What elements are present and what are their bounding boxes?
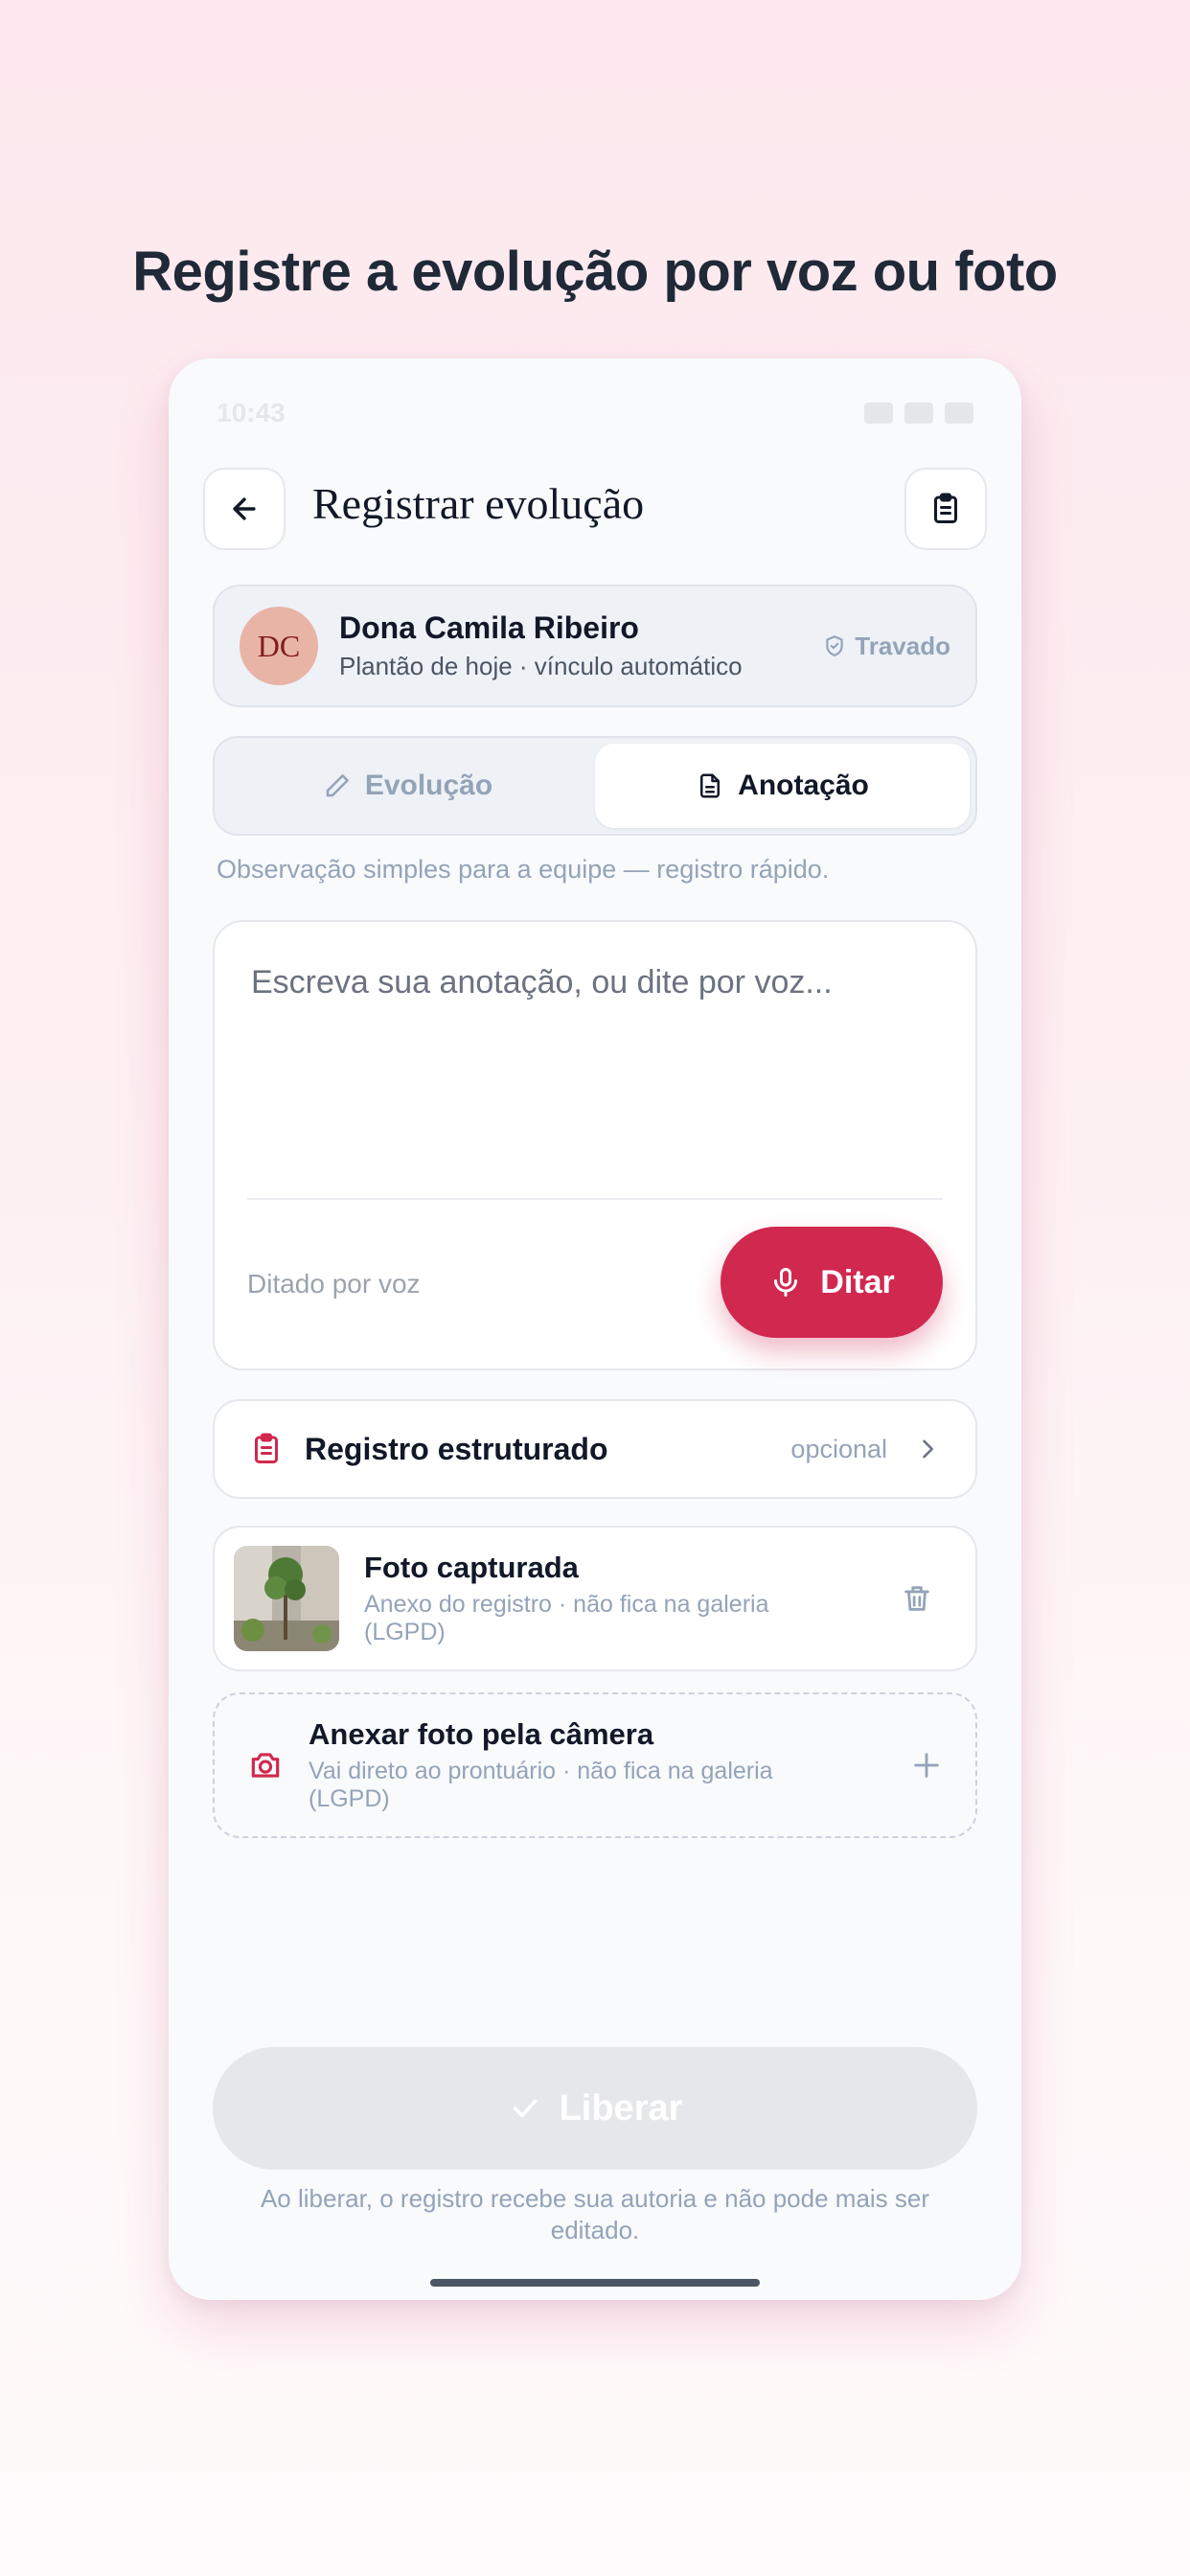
avatar: DC [240,607,318,685]
release-button-label: Liberar [559,2087,683,2128]
locked-badge: Travado [822,632,950,661]
patient-subtitle: Plantão de hoje · vínculo automático [339,652,743,680]
phone-screen: 10:43 Registrar evolução DC Dona Camila … [169,358,1021,2300]
shield-check-icon [826,635,843,656]
editor-divider [247,1198,943,1200]
plus-icon [914,1753,939,1778]
photo-title: Foto capturada [364,1551,579,1585]
clipboard-list-icon [255,1433,278,1463]
dictate-button[interactable]: Ditar [721,1227,943,1338]
note-editor[interactable]: Escreva sua anotação, ou dite por voz...… [213,920,977,1370]
trash-icon[interactable] [901,1582,933,1615]
home-indicator [430,2279,760,2287]
dictate-button-label: Ditar [820,1263,895,1300]
attach-photo-button[interactable]: Anexar foto pela câmera Vai direto ao pr… [213,1692,977,1838]
camera-icon [251,1753,280,1778]
tab-evolucao-label: Evolução [364,770,493,801]
release-button[interactable]: Liberar [213,2047,977,2170]
pencil-icon [326,774,349,797]
microphone-icon [774,1268,798,1297]
clipboard-icon [934,493,957,523]
attach-photo-title: Anexar foto pela câmera [309,1717,654,1752]
mode-hint: Observação simples para a equipe — regis… [217,855,830,884]
structured-record-label: Registro estruturado [305,1431,608,1466]
page-title: Registrar evolução [312,479,645,528]
structured-record-row[interactable]: Registro estruturado opcional [213,1399,977,1499]
patient-name: Dona Camila Ribeiro [339,610,639,645]
patient-card: DC Dona Camila Ribeiro Plantão de hoje ·… [213,585,977,707]
back-button[interactable] [203,468,286,550]
status-time: 10:43 [217,398,286,427]
attach-photo-subtitle: Vai direto ao prontuário · não fica na g… [309,1758,773,1812]
tab-anotacao-label: Anotação [738,770,869,801]
tab-anotacao[interactable]: Anotação [595,744,970,828]
note-input-placeholder[interactable]: Escreva sua anotação, ou dite por voz... [251,964,833,1001]
dictation-label: Ditado por voz [247,1269,421,1299]
clipboard-button[interactable] [904,468,987,550]
locked-label: Travado [855,631,950,660]
photo-subtitle: Anexo do registro · não fica na galeria … [364,1591,769,1645]
structured-record-tag: opcional [790,1434,887,1463]
arrow-left-icon [233,497,256,520]
status-icons [864,402,973,424]
photo-thumbnail[interactable] [234,1546,339,1651]
status-bar: 10:43 [217,393,973,433]
release-footnote: Ao liberar, o registro recebe sua autori… [260,2184,930,2244]
captured-photo-card: Foto capturada Anexo do registro · não f… [213,1526,977,1671]
mode-tabs: Evolução Anotação [213,736,977,836]
check-icon [513,2099,537,2118]
headline: Registre a evolução por voz ou foto [132,241,1058,303]
chevron-right-icon [923,1439,933,1459]
document-icon [700,773,721,798]
tab-evolucao[interactable]: Evolução [220,744,595,828]
